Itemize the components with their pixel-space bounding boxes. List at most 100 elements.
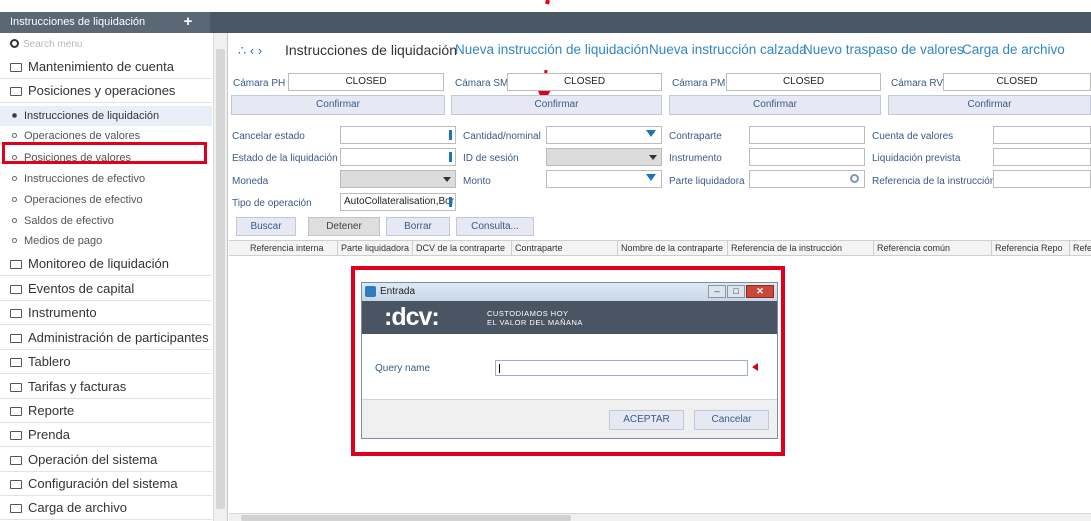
referencia-instruccion-field[interactable]	[993, 170, 1091, 188]
bullet-icon	[12, 197, 17, 202]
column-referencia-comun[interactable]: Referencia común	[874, 241, 992, 255]
parte-liquidadora-field[interactable]	[749, 170, 865, 188]
camara-sm-label: Cámara SM	[455, 78, 509, 89]
sidebar-item-label: Mantenimiento de cuenta	[28, 59, 174, 74]
link-nuevo-traspaso[interactable]: Nuevo traspaso de valores	[803, 42, 964, 57]
close-button[interactable]: ✕	[746, 285, 774, 298]
sidebar-subitem-saldos-efectivo[interactable]: Saldos de efectivo	[0, 211, 212, 231]
folder-icon	[10, 260, 22, 269]
buscar-button[interactable]: Buscar	[236, 217, 296, 236]
sidebar-item-reporte[interactable]: Reporte	[0, 399, 212, 423]
label-referencia-instruccion: Referencia de la instrucción	[872, 176, 996, 187]
folder-icon	[10, 407, 22, 416]
liquidacion-prevista-field[interactable]	[993, 148, 1091, 166]
column-referencia-interna[interactable]: Referencia interna	[247, 241, 338, 255]
sidebar-item-posiciones[interactable]: Posiciones y operaciones	[0, 79, 212, 103]
camara-rv-status: CLOSED	[943, 73, 1091, 91]
sidebar-item-label: Posiciones y operaciones	[28, 83, 176, 98]
sidebar: Search menu Mantenimiento de cuenta Posi…	[0, 33, 228, 521]
sidebar-scroll-thumb[interactable]	[216, 49, 225, 509]
sidebar-item-monitoreo[interactable]: Monitoreo de liquidación	[0, 252, 212, 276]
cuenta-valores-field[interactable]	[993, 126, 1091, 144]
column-contraparte[interactable]: Contraparte	[512, 241, 618, 255]
column-refe[interactable]: Refe	[1070, 241, 1091, 255]
grid-scroll-thumb[interactable]	[241, 515, 571, 521]
sidebar-subitem-medios-pago[interactable]: Medios de pago	[0, 231, 212, 251]
tipo-operacion-field[interactable]: AutoCollateralisation,Bor	[340, 193, 456, 211]
label-cuenta-valores: Cuenta de valores	[872, 131, 954, 142]
link-nueva-instruccion[interactable]: Nueva instrucción de liquidación	[455, 42, 649, 57]
column-parte-liquidadora[interactable]: Parte liquidadora	[338, 241, 413, 255]
dcv-tagline: CUSTODIAMOS HOY EL VALOR DEL MAÑANA	[487, 309, 583, 327]
search-icon	[10, 39, 19, 48]
folder-icon	[10, 480, 22, 489]
moneda-select[interactable]	[340, 170, 456, 188]
sidebar-subitem-instrucciones-liquidacion[interactable]: Instrucciones de liquidación	[0, 106, 212, 126]
sidebar-item-tablero[interactable]: Tablero	[0, 350, 212, 374]
query-name-input[interactable]	[495, 360, 748, 376]
id-sesion-select[interactable]	[546, 148, 662, 166]
sidebar-item-operacion-sistema[interactable]: Operación del sistema	[0, 448, 212, 472]
sidebar-scrollbar[interactable]	[213, 33, 227, 521]
list-icon	[449, 152, 452, 162]
maximize-button[interactable]: □	[727, 285, 745, 298]
link-nueva-calzada[interactable]: Nueva instrucción calzada	[649, 42, 807, 57]
sidebar-subitem-instrucciones-efectivo[interactable]: Instrucciones de efectivo	[0, 169, 212, 189]
dialog-body: Query name	[362, 334, 777, 400]
dialog-title-bar: Entrada – □ ✕	[362, 283, 777, 301]
column-dcv-contraparte[interactable]: DCV de la contraparte	[413, 241, 512, 255]
sidebar-item-tarifas[interactable]: Tarifas y facturas	[0, 375, 212, 399]
column-referencia-repo[interactable]: Referencia Repo	[992, 241, 1070, 255]
bullet-icon	[12, 176, 17, 181]
cancelar-button[interactable]: Cancelar	[694, 410, 769, 430]
folder-icon	[10, 334, 22, 343]
folder-icon	[10, 285, 22, 294]
sidebar-item-mantenimiento[interactable]: Mantenimiento de cuenta	[0, 55, 212, 79]
search-menu[interactable]: Search menu	[10, 39, 82, 50]
confirmar-ph-button[interactable]: Confirmar	[231, 95, 445, 115]
monto-field[interactable]	[546, 170, 662, 188]
detener-button[interactable]: Detener	[308, 217, 380, 236]
contraparte-field[interactable]	[749, 126, 865, 144]
folder-icon	[10, 383, 22, 392]
confirmar-sm-button[interactable]: Confirmar	[451, 95, 662, 115]
sidebar-item-instrumento[interactable]: Instrumento	[0, 301, 212, 325]
folder-icon	[10, 358, 22, 367]
folder-icon	[10, 504, 22, 513]
sidebar-item-prenda[interactable]: Prenda	[0, 423, 212, 447]
sidebar-item-label: Eventos de capital	[28, 281, 135, 296]
label-instrumento: Instrumento	[669, 153, 722, 164]
link-carga-archivo[interactable]: Carga de archivo	[962, 42, 1065, 57]
cancelar-estado-field[interactable]	[340, 126, 456, 144]
minimize-button[interactable]: –	[708, 285, 726, 298]
label-parte-liquidadora: Parte liquidadora	[669, 176, 745, 187]
consulta-button[interactable]: Consulta...	[456, 217, 534, 236]
column-referencia-instruccion[interactable]: Referencia de la instrucción	[728, 241, 874, 255]
aceptar-button[interactable]: ACEPTAR	[609, 410, 684, 430]
folder-icon	[10, 63, 22, 72]
folder-icon	[10, 431, 22, 440]
nav-icons[interactable]: ∴ ‹ ›	[238, 43, 262, 59]
camara-pm-status: CLOSED	[726, 73, 881, 91]
borrar-button[interactable]: Borrar	[386, 217, 450, 236]
search-icon[interactable]	[850, 174, 859, 183]
add-tab-button[interactable]: +	[178, 12, 198, 33]
sidebar-item-configuracion[interactable]: Configuración del sistema	[0, 472, 212, 496]
sidebar-item-label: Instrumento	[28, 305, 97, 320]
confirmar-rv-button[interactable]: Confirmar	[888, 95, 1091, 115]
label-id-sesion: ID de sesión	[463, 153, 519, 164]
cantidad-nominal-field[interactable]	[546, 126, 662, 144]
grid-horizontal-scrollbar[interactable]	[229, 513, 1091, 521]
sidebar-item-eventos[interactable]: Eventos de capital	[0, 277, 212, 301]
estado-liquidacion-field[interactable]	[340, 148, 456, 166]
sidebar-item-administracion[interactable]: Administración de participantes	[0, 326, 212, 350]
confirmar-pm-button[interactable]: Confirmar	[669, 95, 881, 115]
label-cancelar-estado: Cancelar estado	[232, 131, 305, 142]
instrumento-field[interactable]	[749, 148, 865, 166]
sidebar-item-carga-archivo[interactable]: Carga de archivo	[0, 496, 212, 520]
column-nombre-contraparte[interactable]: Nombre de la contraparte	[618, 241, 728, 255]
bullet-icon	[12, 238, 17, 243]
sidebar-item-label: Configuración del sistema	[28, 476, 178, 491]
query-name-label: Query name	[375, 363, 431, 374]
sidebar-subitem-operaciones-efectivo[interactable]: Operaciones de efectivo	[0, 190, 212, 210]
